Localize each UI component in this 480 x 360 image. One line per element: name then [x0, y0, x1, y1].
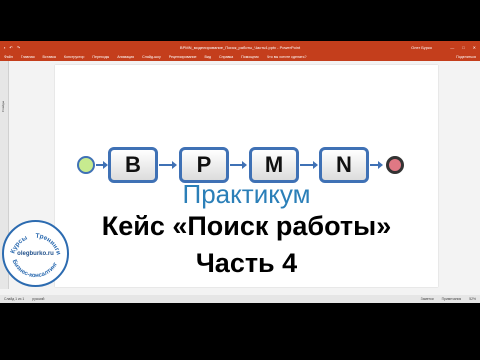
flow-arrow-icon [370, 161, 383, 169]
slide-subtitle: Практикум [182, 179, 311, 209]
tab-home[interactable]: Главная [17, 55, 39, 59]
tab-design[interactable]: Конструктор [60, 55, 89, 59]
tab-transitions[interactable]: Переходы [88, 55, 113, 59]
logo-badge: Курсы Тренинги Бизнес-консалтинг olegbur… [2, 220, 69, 287]
tab-file[interactable]: Файл [0, 55, 17, 59]
slide-part: Часть 4 [195, 248, 298, 278]
share-button[interactable]: Поделиться [456, 55, 476, 59]
flow-arrow-icon [230, 161, 247, 169]
tab-slideshow[interactable]: Слайд-шоу [138, 55, 165, 59]
tab-view[interactable]: Вид [201, 55, 216, 59]
end-event-icon [386, 156, 404, 174]
powerpoint-window: ▪ ↶ ↷ BPMN_моделирование_Поиск_работы_Ча… [0, 41, 480, 303]
bpmn-letter-p: P [179, 147, 229, 183]
flow-arrow-icon [96, 161, 108, 169]
tab-insert[interactable]: Вставка [39, 55, 60, 59]
slide-title: Кейс «Поиск работы» [101, 211, 392, 241]
window-title: BPMN_моделирование_Поиск_работы_Часть4.p… [179, 44, 301, 50]
minimize-button[interactable]: — [450, 45, 454, 50]
tab-review[interactable]: Рецензирование [165, 55, 201, 59]
comments-button[interactable]: Примечания [442, 297, 462, 301]
ribbon-tabs: Файл Главная Вставка Конструктор Переход… [0, 53, 480, 61]
tab-animations[interactable]: Анимация [113, 55, 138, 59]
notes-button[interactable]: Заметки [421, 297, 434, 301]
user-name[interactable]: Олег Бурко [411, 45, 432, 50]
slide-counter: Слайд 1 из 1 [4, 297, 25, 301]
slides-pane-label: Слайды [1, 101, 5, 113]
tab-help[interactable]: Справка [215, 55, 237, 59]
bpmn-letter-n: N [319, 147, 369, 183]
window-controls: — □ ✕ [450, 45, 476, 50]
bpmn-letter-m: M [249, 147, 299, 183]
logo-center-text: olegburko.ru [17, 251, 54, 257]
tab-helper[interactable]: Помощник [237, 55, 263, 59]
zoom-level[interactable]: 52% [469, 297, 476, 301]
start-event-icon [77, 156, 95, 174]
title-bar: ▪ ↶ ↷ BPMN_моделирование_Поиск_работы_Ча… [0, 41, 480, 53]
maximize-button[interactable]: □ [462, 45, 464, 50]
flow-arrow-icon [159, 161, 177, 169]
language-indicator[interactable]: русский [32, 297, 44, 301]
bpmn-letter-b: B [108, 147, 158, 183]
close-button[interactable]: ✕ [473, 45, 476, 50]
logo-bottom-text: Бизнес-консалтинг [11, 259, 59, 279]
flow-arrow-icon [300, 161, 318, 169]
slide-canvas[interactable]: B P M N Практикум Кейс «Поиск работы» Ча… [55, 65, 438, 287]
svg-text:Бизнес-консалтинг: Бизнес-консалтинг [11, 259, 59, 279]
tell-me-search[interactable]: Что вы хотите сделать? [263, 55, 311, 59]
status-bar: Слайд 1 из 1 русский Заметки Примечания … [0, 295, 480, 303]
